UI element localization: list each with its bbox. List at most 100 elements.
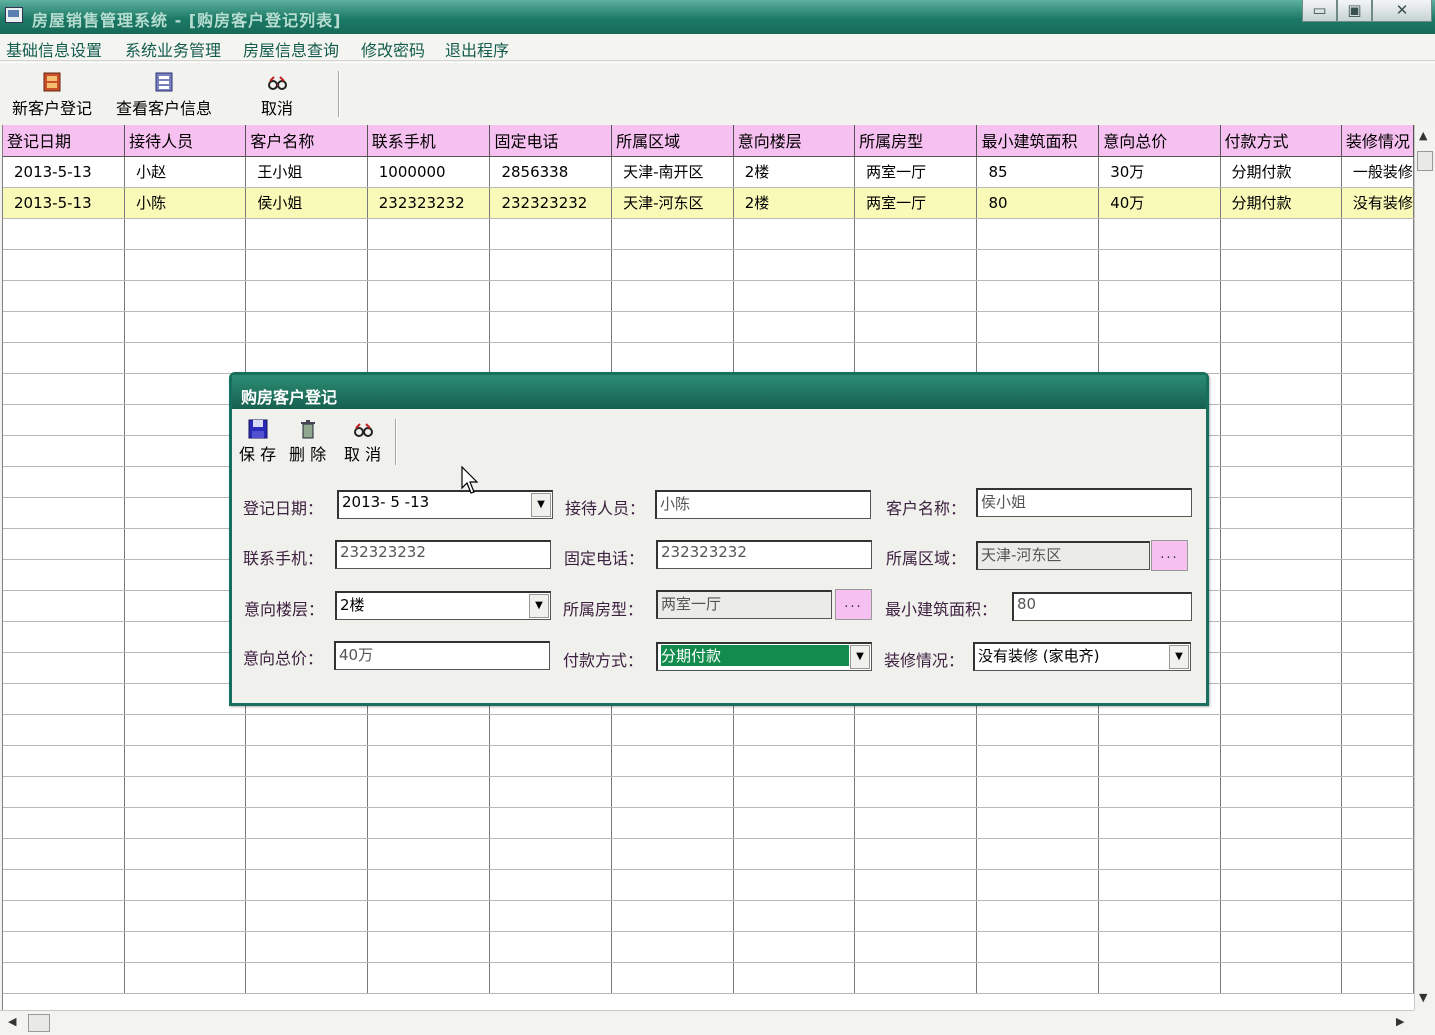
vertical-scrollbar[interactable]: ▲ ▼ [1414, 125, 1435, 1010]
region-picker-button[interactable]: ... [1151, 540, 1188, 571]
table-row[interactable] [3, 962, 1414, 994]
horizontal-scroll-thumb[interactable] [28, 1014, 50, 1032]
total-price-field[interactable]: 40万 [334, 641, 550, 670]
table-cell: 侯小姐 [245, 187, 368, 219]
reg-date-picker[interactable]: 2013- 5 -13 ▼ [337, 490, 553, 519]
table-row[interactable] [3, 838, 1414, 870]
table-cell [489, 776, 613, 808]
table-row[interactable] [3, 218, 1414, 250]
region-field[interactable]: 天津-河东区 [976, 541, 1150, 570]
column-header[interactable]: 接待人员 [124, 125, 247, 157]
table-row[interactable] [3, 311, 1414, 343]
horizontal-scrollbar[interactable]: ◀ ▶ [0, 1010, 1414, 1035]
table-cell [1220, 621, 1342, 653]
table-cell: 30万 [1098, 156, 1221, 188]
table-cell [1098, 900, 1221, 932]
decoration-select[interactable]: 没有装修 (家电齐) ▼ [973, 642, 1191, 671]
menu-exit[interactable]: 退出程序 [445, 37, 509, 61]
dialog-delete-label: 删 除 [289, 445, 327, 464]
table-cell [1220, 497, 1342, 529]
menu-house-query[interactable]: 房屋信息查询 [243, 37, 339, 61]
menu-change-password[interactable]: 修改密码 [361, 37, 425, 61]
table-row[interactable] [3, 776, 1414, 808]
table-row[interactable] [3, 807, 1414, 839]
table-cell [3, 311, 126, 343]
scroll-right-arrow[interactable]: ▶ [1396, 1015, 1404, 1028]
maximize-button[interactable]: ▣ [1337, 0, 1372, 22]
table-cell [124, 869, 247, 901]
menu-basic-settings[interactable]: 基础信息设置 [6, 37, 102, 61]
table-cell [854, 311, 978, 343]
view-customers-button[interactable]: 查看客户信息 [116, 71, 212, 119]
table-cell [854, 342, 978, 374]
scroll-up-arrow[interactable]: ▲ [1419, 129, 1427, 142]
minimize-button[interactable]: ▭ [1302, 0, 1337, 22]
table-cell [976, 714, 1100, 746]
column-header[interactable]: 客户名称 [245, 125, 368, 157]
new-customer-button[interactable]: 新客户登记 [12, 71, 92, 119]
close-button[interactable]: ✕ [1372, 0, 1432, 22]
table-cell [1341, 621, 1414, 653]
table-row[interactable]: 2013-5-13 小赵 王小姐 1000000 2856338 天津-南开区 2楼 两室一厅… [3, 156, 1414, 188]
table-row[interactable] [3, 714, 1414, 746]
column-header[interactable]: 意向楼层 [733, 125, 856, 157]
table-cell [1220, 838, 1342, 870]
floor-dropdown-arrow[interactable]: ▼ [529, 594, 549, 618]
payment-select[interactable]: 分期付款 ▼ [656, 642, 872, 671]
delete-trash-icon [300, 420, 315, 439]
table-cell [245, 249, 368, 281]
table-row[interactable] [3, 280, 1414, 312]
dialog-delete-button[interactable]: 删 除 [289, 419, 326, 465]
mobile-field[interactable]: 232323232 [335, 540, 551, 569]
reg-date-dropdown-arrow[interactable]: ▼ [531, 493, 551, 517]
decoration-dropdown-arrow[interactable]: ▼ [1169, 645, 1189, 669]
house-type-field[interactable]: 两室一厅 [656, 590, 832, 619]
column-header[interactable]: 装修情况 [1341, 125, 1414, 157]
table-cell [1098, 342, 1221, 374]
table-cell [1341, 683, 1414, 715]
column-header[interactable]: 固定电话 [489, 125, 613, 157]
dialog-cancel-button[interactable]: 取 消 [344, 419, 381, 465]
column-header[interactable]: 最小建筑面积 [976, 125, 1100, 157]
table-cell [1098, 249, 1221, 281]
toolbar-cancel-label: 取消 [261, 99, 294, 118]
floor-select[interactable]: 2楼 ▼ [335, 591, 551, 620]
table-cell [1220, 342, 1342, 374]
toolbar-cancel-button[interactable]: 取消 [261, 71, 293, 119]
table-cell [489, 218, 613, 250]
dialog-title: 购房客户登记 [232, 375, 1206, 409]
table-cell: 2楼 [733, 156, 856, 188]
table-cell: 一般装修 [1341, 156, 1414, 188]
table-row[interactable] [3, 342, 1414, 374]
table-cell [3, 497, 126, 529]
table-row[interactable] [3, 869, 1414, 901]
table-cell [245, 962, 368, 994]
table-cell [367, 900, 491, 932]
dialog-save-button[interactable]: 保 存 [239, 419, 276, 465]
column-header[interactable]: 所属区域 [611, 125, 734, 157]
table-row[interactable] [3, 745, 1414, 777]
vertical-scroll-thumb[interactable] [1417, 151, 1433, 171]
app-icon [5, 7, 23, 23]
table-row[interactable] [3, 900, 1414, 932]
menu-business-management[interactable]: 系统业务管理 [125, 37, 221, 61]
scroll-down-arrow[interactable]: ▼ [1419, 991, 1427, 1004]
min-area-field[interactable]: 80 [1012, 592, 1192, 621]
receptionist-field[interactable]: 小陈 [655, 490, 871, 519]
house-type-picker-button[interactable]: ... [835, 589, 872, 620]
column-header[interactable]: 所属房型 [854, 125, 978, 157]
column-header[interactable]: 登记日期 [3, 125, 126, 157]
phone-field[interactable]: 232323232 [656, 540, 872, 569]
table-row[interactable] [3, 249, 1414, 281]
table-row[interactable]: 2013-5-13 小陈 侯小姐 232323232 232323232 天津-河东区 2楼… [3, 187, 1414, 219]
table-cell [3, 838, 126, 870]
column-header[interactable]: 联系手机 [367, 125, 491, 157]
column-header[interactable]: 意向总价 [1098, 125, 1221, 157]
payment-dropdown-arrow[interactable]: ▼ [850, 645, 870, 669]
scroll-left-arrow[interactable]: ◀ [8, 1015, 16, 1028]
table-cell [1098, 962, 1221, 994]
table-cell: 80 [976, 187, 1100, 219]
table-row[interactable] [3, 931, 1414, 963]
column-header[interactable]: 付款方式 [1220, 125, 1342, 157]
customer-name-field[interactable]: 侯小姐 [976, 488, 1192, 517]
